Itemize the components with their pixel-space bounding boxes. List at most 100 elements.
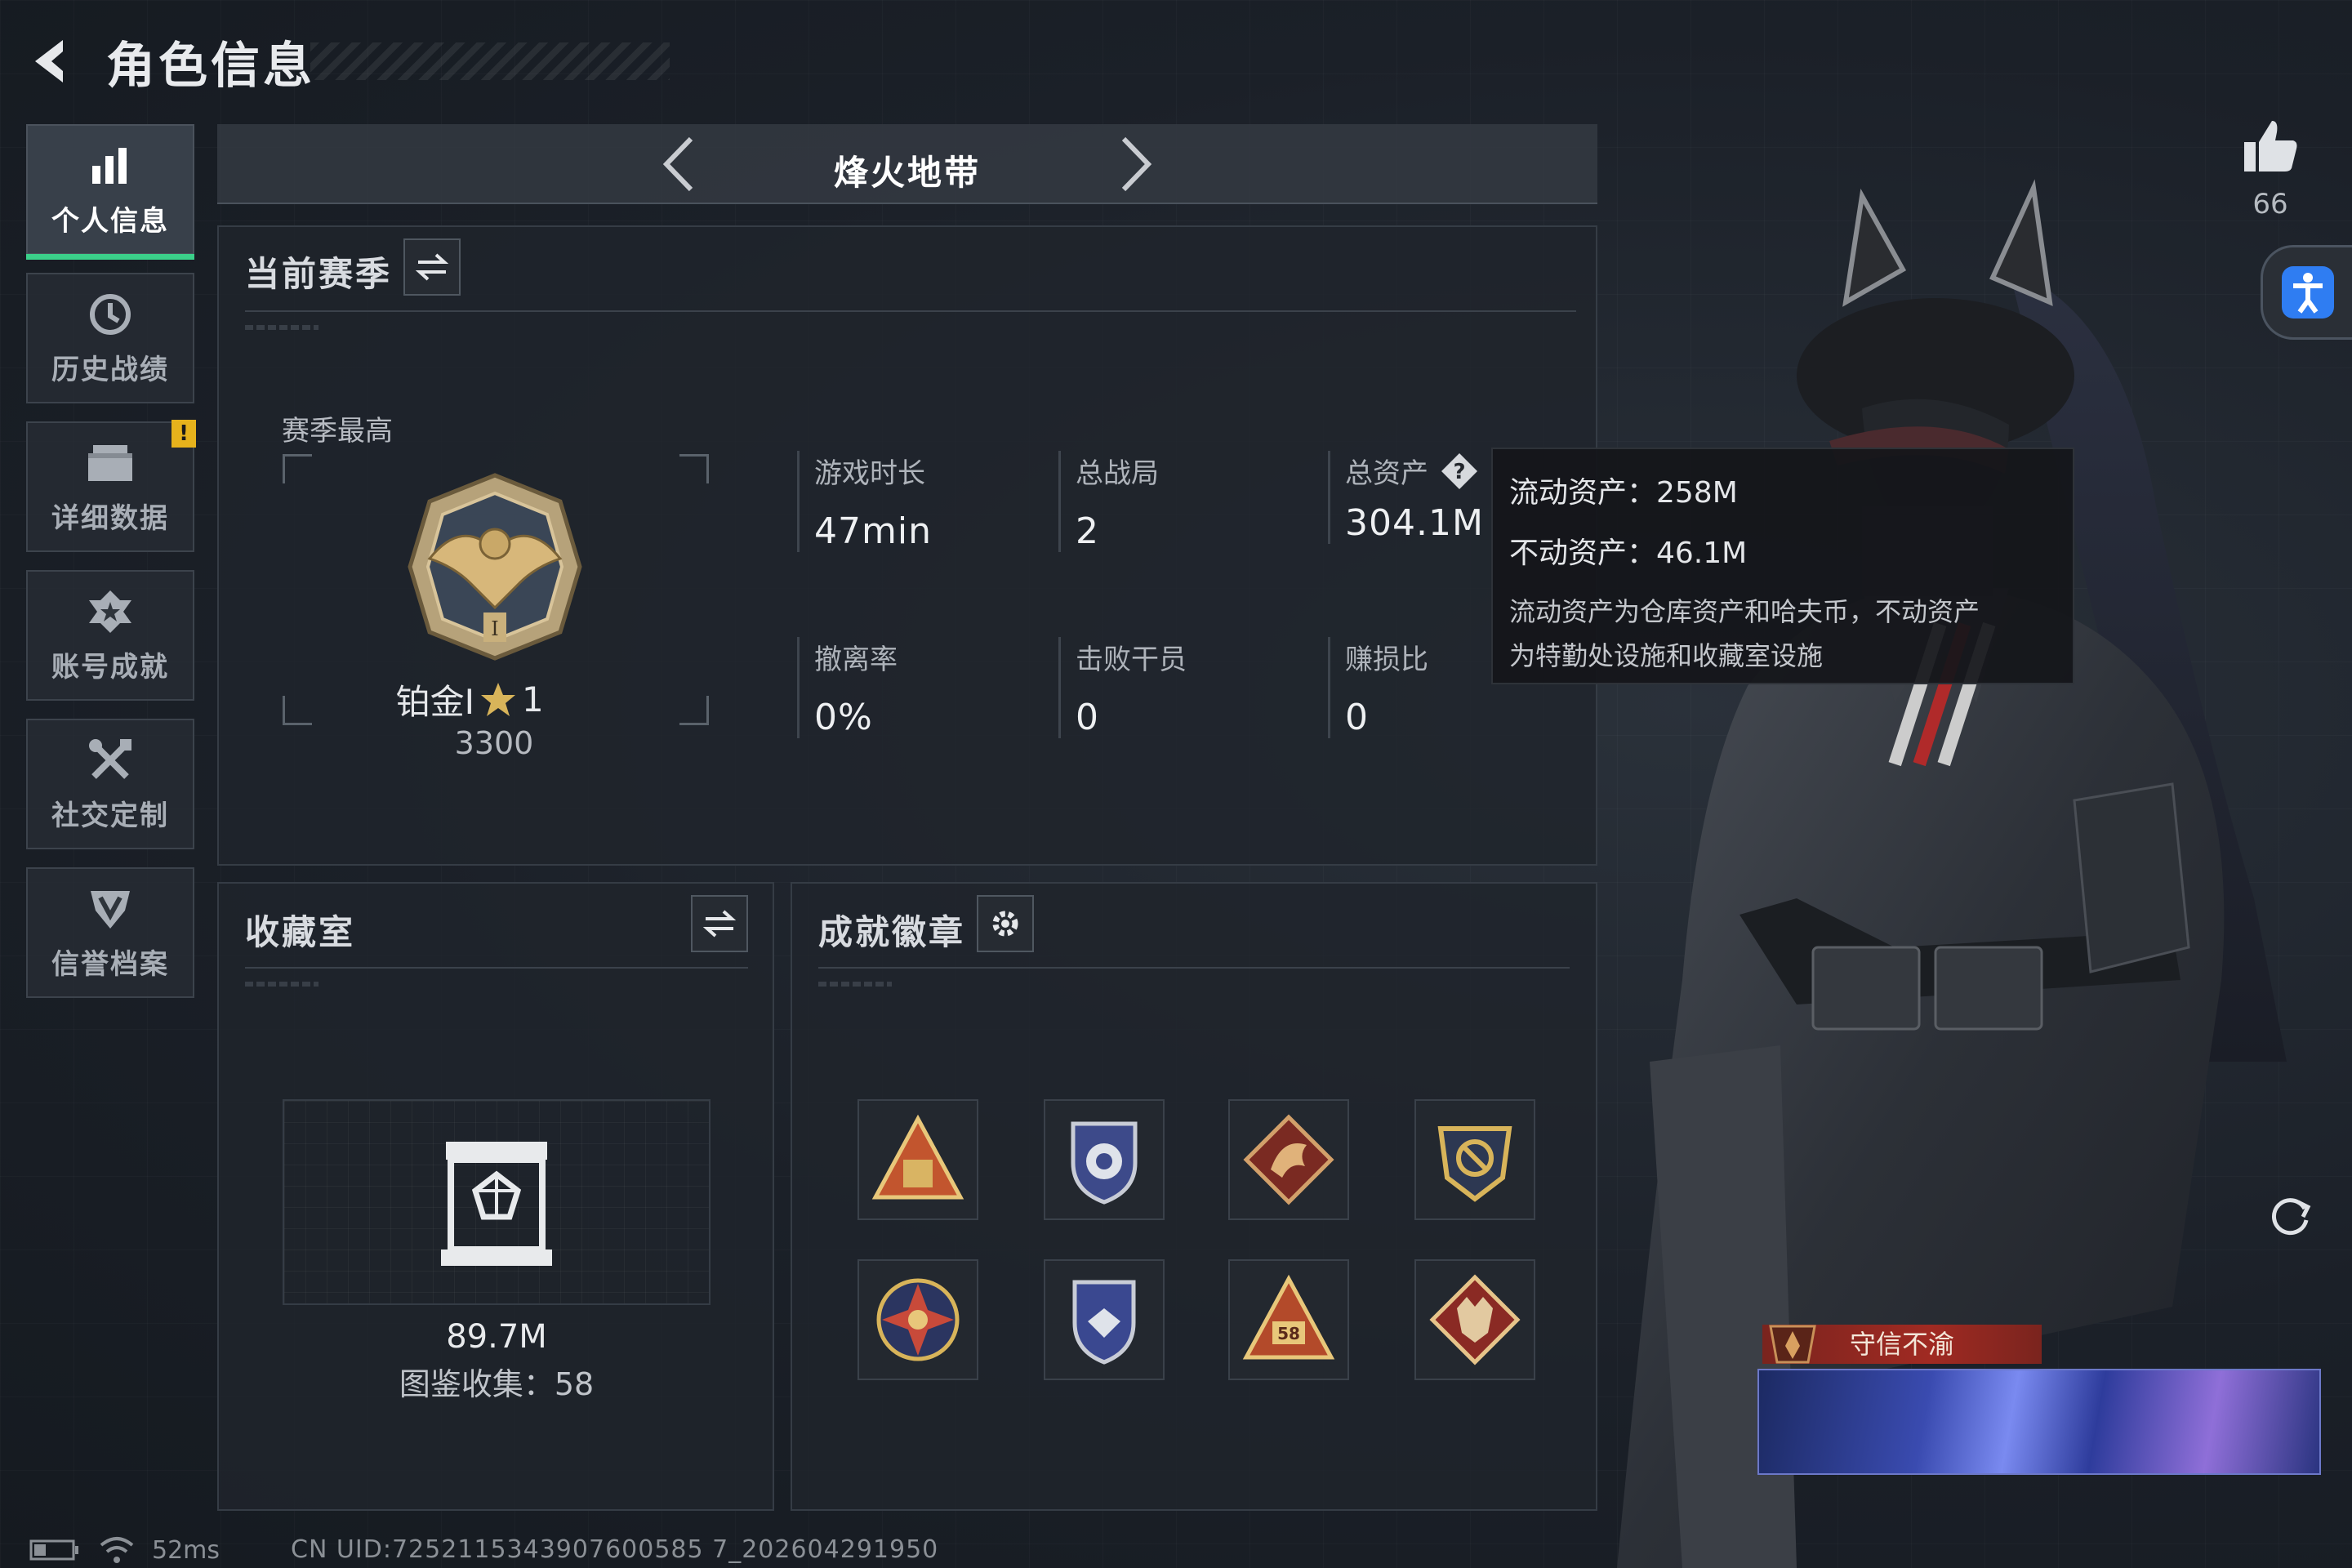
- chevron-right-icon: [1121, 136, 1152, 192]
- shield-rank-icon: [86, 884, 135, 933]
- user-uid: CN UID:7252115343907600585 7_20260429195…: [291, 1535, 939, 1564]
- sidebar-item-label: 详细数据: [51, 501, 169, 535]
- shield-eye-badge-icon: [1071, 1121, 1138, 1205]
- stat-total-matches: 总战局 2: [1058, 451, 1295, 552]
- pyramid-badge-icon: [871, 1114, 964, 1200]
- season-best-label: 赛季最高: [282, 415, 393, 448]
- tooltip-description-line2: 为特勤处设施和收藏室设施: [1509, 640, 1824, 671]
- frame-corner: [679, 454, 709, 483]
- sidebar-item-label: 社交定制: [51, 799, 169, 832]
- tooltip-description-line1: 流动资产为仓库资产和哈夫币，不动资产: [1509, 596, 1980, 627]
- title-emblem-icon: [1769, 1325, 1816, 1364]
- sidebar-item-label: 信誉档案: [51, 947, 169, 981]
- decoration: [245, 982, 318, 987]
- season-switch-button[interactable]: [403, 238, 461, 296]
- platinum-rank-emblem: I: [408, 473, 582, 661]
- back-button[interactable]: [24, 29, 82, 94]
- achievements-settings-button[interactable]: [977, 895, 1034, 952]
- swap-arrows-icon: [415, 253, 449, 281]
- history-clock-icon: [86, 290, 135, 339]
- rank-score: 3300: [454, 725, 534, 761]
- svg-text:?: ?: [1453, 460, 1465, 484]
- bar-chart-icon: [86, 141, 135, 190]
- rotate-model-button[interactable]: [2257, 1183, 2323, 1248]
- page-title: 角色信息: [106, 37, 315, 95]
- stat-label: 击败干员: [1076, 644, 1187, 676]
- back-arrow-icon: [35, 40, 63, 82]
- stat-value: 47min: [814, 510, 932, 552]
- display-case-icon: [441, 1142, 552, 1266]
- achievement-badge[interactable]: [858, 1259, 978, 1380]
- sidebar-item-label: 个人信息: [51, 204, 169, 238]
- eagle-shield-badge-icon: [1437, 1126, 1512, 1202]
- like-widget[interactable]: 66: [2238, 118, 2303, 220]
- stat-operators-defeated: 击败干员 0: [1058, 637, 1295, 738]
- sidebar-item-personal-info[interactable]: 个人信息: [26, 124, 194, 260]
- assets-tooltip: 流动资产：258M 不动资产：46.1M 流动资产为仓库资产和哈夫币，不动资产 …: [1491, 448, 2074, 684]
- accessibility-button[interactable]: [2261, 245, 2352, 340]
- achievement-star-icon: [86, 587, 135, 636]
- rank-name-text: 铂金I: [395, 682, 474, 722]
- stat-label: 赚损比: [1345, 644, 1428, 676]
- ping-value: 52ms: [152, 1535, 220, 1565]
- frame-corner: [283, 696, 312, 725]
- divider: [245, 310, 1576, 312]
- sidebar-item-achievements[interactable]: 账号成就: [26, 570, 194, 701]
- divider: [818, 967, 1570, 969]
- achievement-badge[interactable]: [1044, 1099, 1165, 1220]
- frame-corner: [283, 454, 312, 483]
- achievements-panel-title: 成就徽章: [818, 912, 966, 952]
- star-icon: [481, 682, 515, 716]
- swap-arrows-icon: [702, 910, 737, 938]
- star-compass-badge-icon: [876, 1278, 960, 1361]
- dragon-badge-icon: [1243, 1114, 1334, 1205]
- svg-text:58: 58: [1277, 1324, 1300, 1343]
- decoration: [818, 982, 892, 987]
- collection-count: 图鉴收集：58: [399, 1366, 595, 1402]
- gear-icon: [992, 911, 1018, 937]
- achievement-badge[interactable]: [1044, 1259, 1165, 1380]
- collection-switch-button[interactable]: [691, 895, 748, 952]
- header-decoration: [310, 42, 670, 80]
- help-diamond-icon[interactable]: ?: [1440, 452, 1479, 491]
- sidebar-item-social-custom[interactable]: 社交定制: [26, 719, 194, 849]
- achievement-badge[interactable]: [1414, 1099, 1535, 1220]
- wifi-icon: [100, 1537, 134, 1563]
- mode-next-button[interactable]: [1107, 136, 1165, 193]
- battery-icon: [29, 1539, 78, 1561]
- achievement-badge[interactable]: [1414, 1259, 1535, 1380]
- decoration: [245, 325, 318, 330]
- achievement-badge[interactable]: [1228, 1099, 1349, 1220]
- stat-play-time: 游戏时长 47min: [797, 451, 1034, 552]
- svg-text:I: I: [491, 617, 498, 640]
- stat-value: 0%: [814, 697, 873, 738]
- achievement-badge[interactable]: [858, 1099, 978, 1220]
- sidebar-item-detailed-data[interactable]: ! 详细数据: [26, 420, 196, 552]
- stat-label-text: 总资产: [1345, 457, 1428, 490]
- stat-value: 0: [1076, 697, 1099, 738]
- stat-extraction-rate: 撤离率 0%: [797, 637, 1034, 738]
- sidebar-item-label: 历史战绩: [51, 353, 169, 386]
- achievement-badge[interactable]: 58: [1228, 1259, 1349, 1380]
- rotate-icon: [2272, 1198, 2311, 1236]
- sidebar-item-history[interactable]: 历史战绩: [26, 273, 194, 403]
- folder-icon: [86, 439, 135, 488]
- tooltip-liquid-assets: 流动资产：258M: [1509, 476, 1738, 510]
- stat-label: 撤离率: [814, 644, 898, 676]
- name-card-banner[interactable]: [1757, 1369, 2321, 1475]
- stat-label: 总战局: [1076, 457, 1159, 490]
- sidebar-item-credit-record[interactable]: 信誉档案: [26, 867, 194, 998]
- thumbs-up-icon: [2244, 121, 2297, 172]
- page-header: 角色信息: [24, 24, 315, 98]
- shield-wings-badge-icon: [1072, 1280, 1136, 1365]
- stat-label: 游戏时长: [814, 457, 925, 490]
- rank-stars: 1: [522, 679, 544, 719]
- accessibility-icon: [2281, 266, 2334, 318]
- pyramid-58-badge-icon: 58: [1242, 1274, 1335, 1360]
- like-count: 66: [2252, 188, 2288, 220]
- tooltip-fixed-assets: 不动资产：46.1M: [1509, 537, 1748, 570]
- collection-panel-title: 收藏室: [245, 912, 356, 952]
- stat-profit-loss-ratio: 赚损比 0: [1328, 637, 1491, 738]
- warning-badge: !: [172, 420, 196, 448]
- wolf-badge-icon: [1429, 1274, 1521, 1365]
